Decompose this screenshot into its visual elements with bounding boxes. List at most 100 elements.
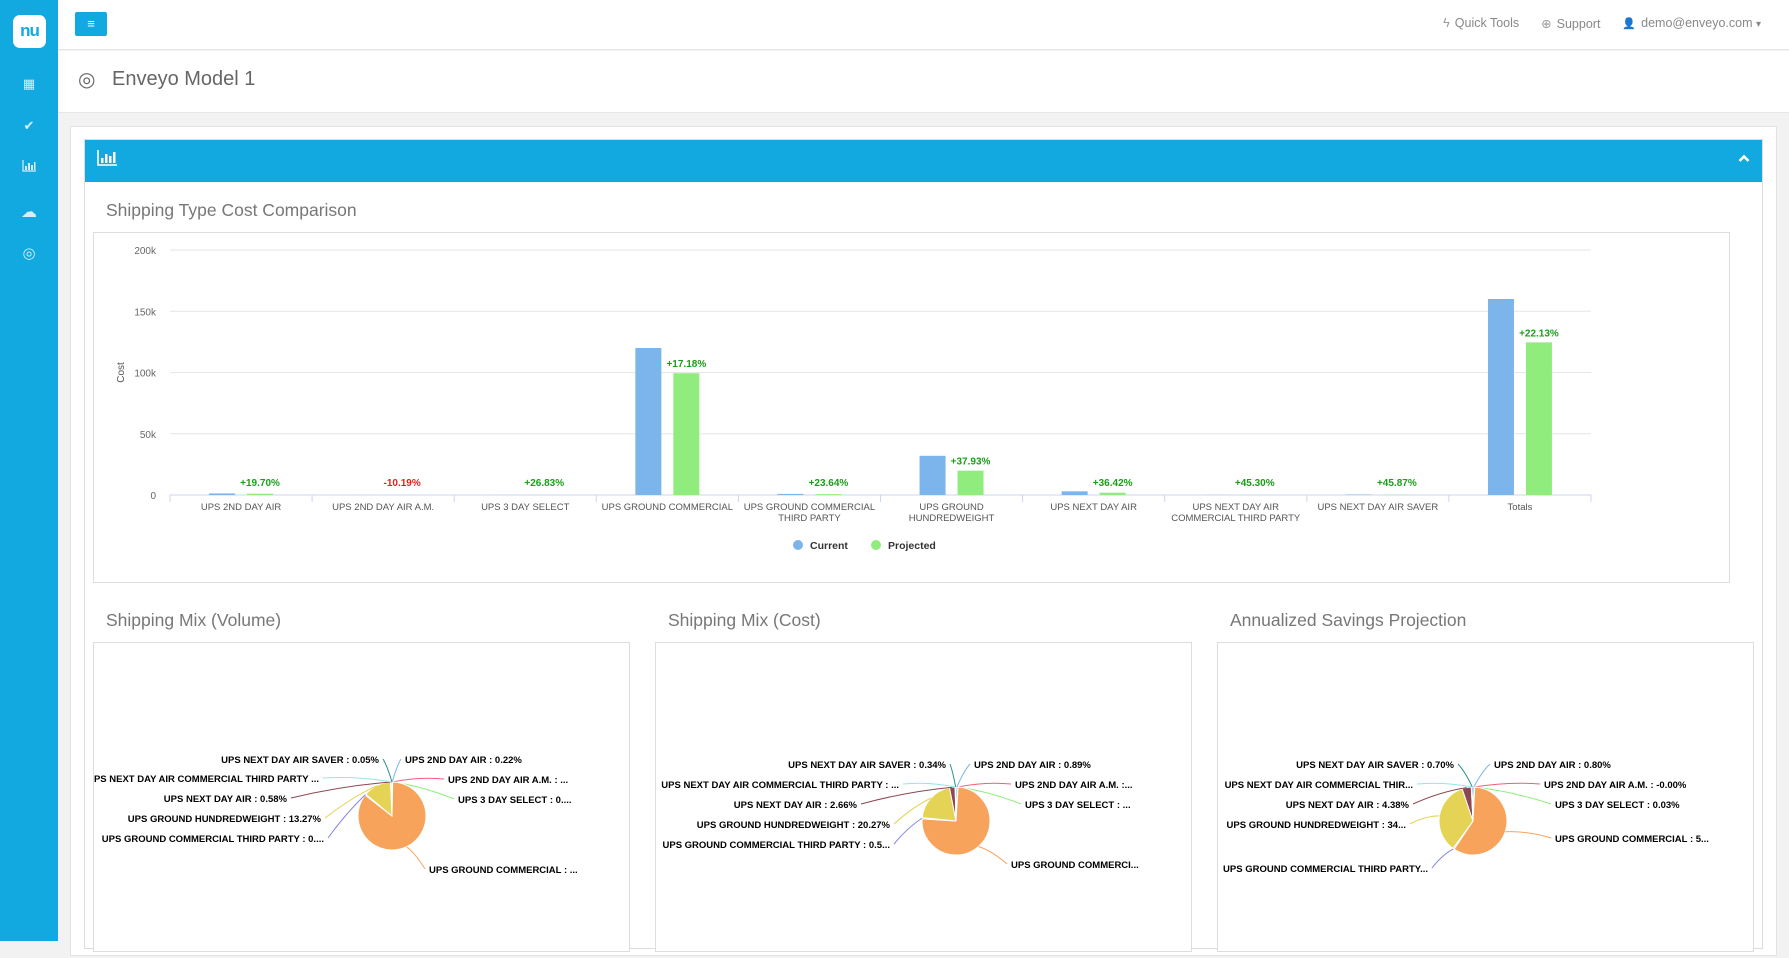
pie-label: UPS 3 DAY SELECT : ... — [1025, 800, 1131, 811]
data-label: +26.83% — [524, 478, 564, 489]
legend-label-current: Current — [810, 540, 848, 552]
pie-connector — [957, 764, 970, 787]
pie-connector — [1505, 832, 1551, 838]
x-tick-label: UPS GROUND COMMERCIAL — [602, 502, 733, 513]
data-label: +17.18% — [666, 359, 706, 370]
pie-connector — [903, 783, 955, 787]
data-label: +19.70% — [240, 478, 280, 489]
pie-label: UPS GROUND HUNDREDWEIGHT : 20.27% — [697, 820, 891, 831]
x-tick-label: COMMERCIAL THIRD PARTY — [1171, 513, 1301, 524]
legend-label-projected: Projected — [888, 540, 936, 552]
collapse-panel-button[interactable] — [1738, 150, 1750, 166]
x-tick-label: UPS NEXT DAY AIR SAVER — [1317, 502, 1438, 513]
legend-marker-projected — [871, 540, 881, 550]
bar-current — [777, 494, 803, 495]
bar-chart-title: Shipping Type Cost Comparison — [106, 200, 357, 221]
bar-current — [209, 493, 235, 495]
target-icon: ◎ — [78, 67, 95, 92]
pie-connector — [894, 818, 922, 844]
bar-current — [1488, 299, 1514, 495]
pie-connector — [407, 847, 425, 869]
x-tick-label: UPS 2ND DAY AIR A.M. — [332, 502, 434, 513]
data-label: -10.19% — [384, 478, 421, 489]
x-tick-label: UPS NEXT DAY AIR — [1050, 502, 1137, 513]
hamburger-icon: ≡ — [87, 16, 95, 31]
savings-pie-chart: UPS 2ND DAY AIR : 0.80%UPS 2ND DAY AIR A… — [1218, 643, 1755, 953]
quick-tools-label: Quick Tools — [1455, 16, 1519, 30]
bar-projected — [673, 373, 699, 495]
pie-connector — [979, 846, 1007, 864]
pie-label: UPS 2ND DAY AIR A.M. :... — [1015, 780, 1133, 791]
pie-label: UPS GROUND COMMERCIAL THIRD PARTY... — [1223, 864, 1428, 875]
pie-connector — [1410, 816, 1439, 824]
quick-tools-link[interactable]: ϟ Quick Tools — [1443, 16, 1519, 31]
menu-toggle-button[interactable]: ≡ — [75, 12, 107, 36]
data-label: +36.42% — [1093, 478, 1133, 489]
pie-connector — [392, 778, 444, 782]
x-tick-label: UPS GROUND — [919, 502, 984, 513]
data-label: +23.64% — [809, 478, 849, 489]
x-tick-label: THIRD PARTY — [778, 513, 841, 524]
y-tick-label: 100k — [134, 369, 157, 380]
pie-label: UPS 3 DAY SELECT : 0.03% — [1555, 800, 1680, 811]
cloud-icon[interactable]: ☁ — [0, 202, 58, 222]
check-icon[interactable]: ✔ — [0, 118, 58, 134]
pie-label: UPS 3 DAY SELECT : 0.... — [458, 795, 572, 806]
bar-projected — [958, 471, 984, 495]
bar-chart-icon[interactable] — [0, 160, 58, 175]
x-tick-label: UPS GROUND COMMERCIAL — [744, 502, 875, 513]
cost-pie-container: UPS 2ND DAY AIR : 0.89%UPS 2ND DAY AIR A… — [655, 642, 1192, 952]
data-label: +22.13% — [1519, 328, 1559, 339]
pie-label: UPS 2ND DAY AIR A.M. : -0.00% — [1544, 780, 1687, 791]
pie-label: UPS NEXT DAY AIR SAVER : 0.05% — [221, 755, 379, 766]
pie-label: UPS GROUND COMMERCIAL THIRD PARTY : 0.5.… — [663, 840, 891, 851]
savings-pie-title: Annualized Savings Projection — [1230, 610, 1466, 631]
pie-label: UPS NEXT DAY AIR : 0.58% — [164, 794, 288, 805]
pie-label: UPS GROUND COMMERCIAL THIRD PARTY : 0...… — [102, 834, 324, 845]
pie-connector — [383, 759, 392, 782]
pie-label: UPS NEXT DAY AIR SAVER : 0.70% — [1296, 760, 1454, 771]
grid-icon[interactable]: ▦ — [0, 76, 58, 92]
pie-connector — [392, 759, 401, 782]
y-tick-label: 50k — [140, 430, 157, 441]
support-link[interactable]: ⊕Support — [1541, 16, 1600, 31]
data-label: +45.87% — [1377, 478, 1417, 489]
caret-down-icon: ▾ — [1756, 19, 1761, 30]
pie-label: UPS NEXT DAY AIR COMMERCIAL THIRD PARTY … — [661, 780, 899, 791]
panel-header — [85, 140, 1762, 182]
volume-pie-title: Shipping Mix (Volume) — [106, 610, 281, 631]
support-label: Support — [1557, 17, 1601, 31]
volume-pie-chart: UPS 2ND DAY AIR : 0.22%UPS 2ND DAY AIR A… — [94, 643, 631, 953]
y-tick-label: 0 — [150, 491, 156, 502]
legend-marker-current — [793, 540, 803, 550]
volume-pie-container: UPS 2ND DAY AIR : 0.22%UPS 2ND DAY AIR A… — [93, 642, 630, 952]
pie-label: UPS NEXT DAY AIR : 4.38% — [1286, 800, 1410, 811]
pie-label: UPS NEXT DAY AIR COMMERCIAL THIRD PARTY … — [94, 774, 319, 785]
app-logo[interactable]: nu — [13, 15, 46, 48]
user-menu[interactable]: 👤 demo@enveyo.com ▾ — [1622, 16, 1761, 31]
bar-chart-icon — [97, 150, 117, 171]
bar-chart: 050k100k150k200kCost+19.70%UPS 2ND DAY A… — [94, 233, 1731, 584]
bar-current — [1062, 491, 1088, 495]
top-navbar: ≡ ϟ Quick Tools ⊕Support 👤 demo@enveyo.com… — [58, 0, 1789, 50]
bar-projected — [247, 494, 273, 495]
user-icon: 👤 — [1622, 18, 1636, 30]
bar-current — [920, 456, 946, 495]
pie-label: UPS 2ND DAY AIR A.M. : ... — [448, 775, 568, 786]
y-axis-label: Cost — [116, 362, 127, 383]
pie-connector — [323, 778, 392, 783]
sidebar: nu ▦ ✔ ☁ ◎ — [0, 0, 58, 941]
target-icon[interactable]: ◎ — [0, 244, 58, 262]
data-label: +37.93% — [951, 457, 991, 468]
pie-label: UPS NEXT DAY AIR : 2.66% — [734, 800, 858, 811]
pie-connector — [1432, 849, 1453, 868]
bar-current — [635, 348, 661, 495]
x-tick-label: UPS 2ND DAY AIR — [201, 502, 282, 513]
cost-pie-title: Shipping Mix (Cost) — [668, 610, 821, 631]
user-email: demo@enveyo.com — [1641, 16, 1752, 30]
bar-projected — [815, 494, 841, 495]
page-header: ◎ Enveyo Model 1 — [58, 51, 1789, 113]
x-tick-label: UPS NEXT DAY AIR — [1192, 502, 1279, 513]
pie-connector — [950, 764, 956, 787]
bolt-icon: ϟ — [1443, 16, 1450, 30]
